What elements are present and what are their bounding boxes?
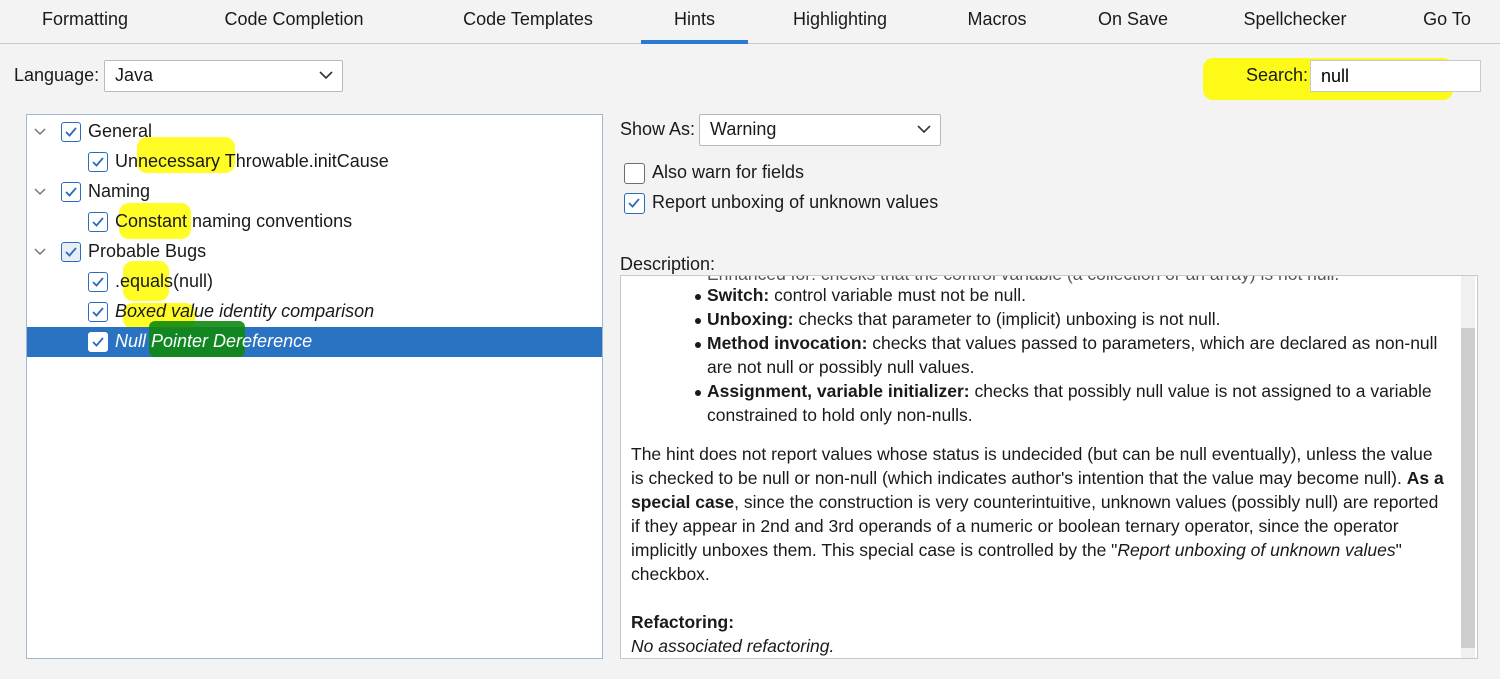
option-label: Report unboxing of unknown values [652,192,939,212]
chevron-down-icon [917,125,931,134]
tab-formatting[interactable]: Formatting [28,0,142,44]
paragraph-text: The hint does not report values whose st… [631,444,1433,488]
chevron-down-icon [319,71,333,80]
paragraph-italic: Report unboxing of unknown values [1117,540,1396,560]
description-label: Description: [620,254,716,274]
tree-item-label: Boxed value identity comparison [115,301,375,321]
bullet-term: Unboxing: [707,309,794,329]
tab-spellchecker[interactable]: Spellchecker [1236,0,1354,44]
checkbox-icon[interactable] [88,212,108,232]
tree-item-boxed-value[interactable]: Boxed value identity comparison [27,297,602,327]
description-panel[interactable]: Enhanced for: checks that the control va… [620,275,1478,659]
scrollbar-thumb[interactable] [1461,328,1475,648]
checkbox-icon[interactable] [88,302,108,322]
chevron-down-icon[interactable] [33,125,47,139]
tab-bar: Formatting Code Completion Code Template… [0,0,1500,44]
show-as-select[interactable]: Warning [699,114,941,146]
chevron-down-icon[interactable] [33,245,47,259]
list-item: Method invocation: checks that values pa… [631,331,1451,379]
tree-item-null-pointer-dereference[interactable]: Null Pointer Dereference [27,321,602,357]
checkbox-icon[interactable] [88,152,108,172]
language-value: Java [115,65,154,85]
hints-tree: General Unnecessary Throwable.initCause … [26,114,603,659]
tab-go-to[interactable]: Go To [1414,0,1480,44]
refactoring-heading: Refactoring: [631,612,735,632]
bullet-term: Assignment, variable initializer: [707,381,970,401]
tree-item-constant-naming[interactable]: Constant naming conventions [27,207,602,237]
search-input[interactable] [1310,60,1481,92]
checkbox-icon[interactable] [88,272,108,292]
list-item: Unboxing: checks that parameter to (impl… [631,307,1451,331]
tree-item-naming[interactable]: Naming [27,177,602,207]
show-as-label: Show As: [620,119,696,139]
checkbox-icon[interactable] [88,332,108,352]
tab-hints[interactable]: Hints [641,0,748,44]
list-item: Switch: control variable must not be nul… [631,283,1451,307]
tab-macros[interactable]: Macros [958,0,1036,44]
tree-item-label: Constant naming conventions [115,211,353,231]
bullet-text: control variable must not be null. [769,285,1027,305]
option-label: Also warn for fields [652,162,805,182]
search-label: Search: [1246,65,1309,85]
list-item: Assignment, variable initializer: checks… [631,379,1451,427]
tree-item-general[interactable]: General [27,117,602,147]
tree-item-equals-null[interactable]: .equals(null) [27,267,602,297]
checkbox-icon[interactable] [624,193,645,214]
tree-item-label: General [88,121,153,141]
checkbox-icon[interactable] [61,122,81,142]
checkbox-icon[interactable] [61,242,81,262]
show-as-value: Warning [710,119,777,139]
chevron-down-icon[interactable] [33,185,47,199]
tab-code-completion[interactable]: Code Completion [214,0,374,44]
language-select[interactable]: Java [104,60,343,92]
tree-item-probable-bugs[interactable]: Probable Bugs [27,237,602,267]
checkbox-icon[interactable] [624,163,645,184]
tree-item-label: Probable Bugs [88,241,207,261]
refactoring-value: No associated refactoring. [631,636,835,656]
description-scrollbar[interactable] [1461,276,1475,658]
tree-item-label: Naming [88,181,151,201]
tab-code-templates[interactable]: Code Templates [452,0,604,44]
tree-item-label: Null Pointer Dereference [115,331,313,351]
tab-on-save[interactable]: On Save [1090,0,1176,44]
description-paragraph: The hint does not report values whose st… [631,442,1449,586]
tab-highlighting[interactable]: Highlighting [780,0,900,44]
bullet-term: Method invocation: [707,333,868,353]
bullet-term: Switch: [707,285,770,305]
tree-item-label: Unnecessary Throwable.initCause [115,151,389,171]
description-bullets: Switch: control variable must not be nul… [631,283,1451,427]
tree-item-label: .equals(null) [115,271,214,291]
language-label: Language: [14,65,100,85]
checkbox-icon[interactable] [61,182,81,202]
bullet-text: checks that parameter to (implicit) unbo… [793,309,1221,329]
tree-item-unnecessary-throwable[interactable]: Unnecessary Throwable.initCause [27,147,602,177]
